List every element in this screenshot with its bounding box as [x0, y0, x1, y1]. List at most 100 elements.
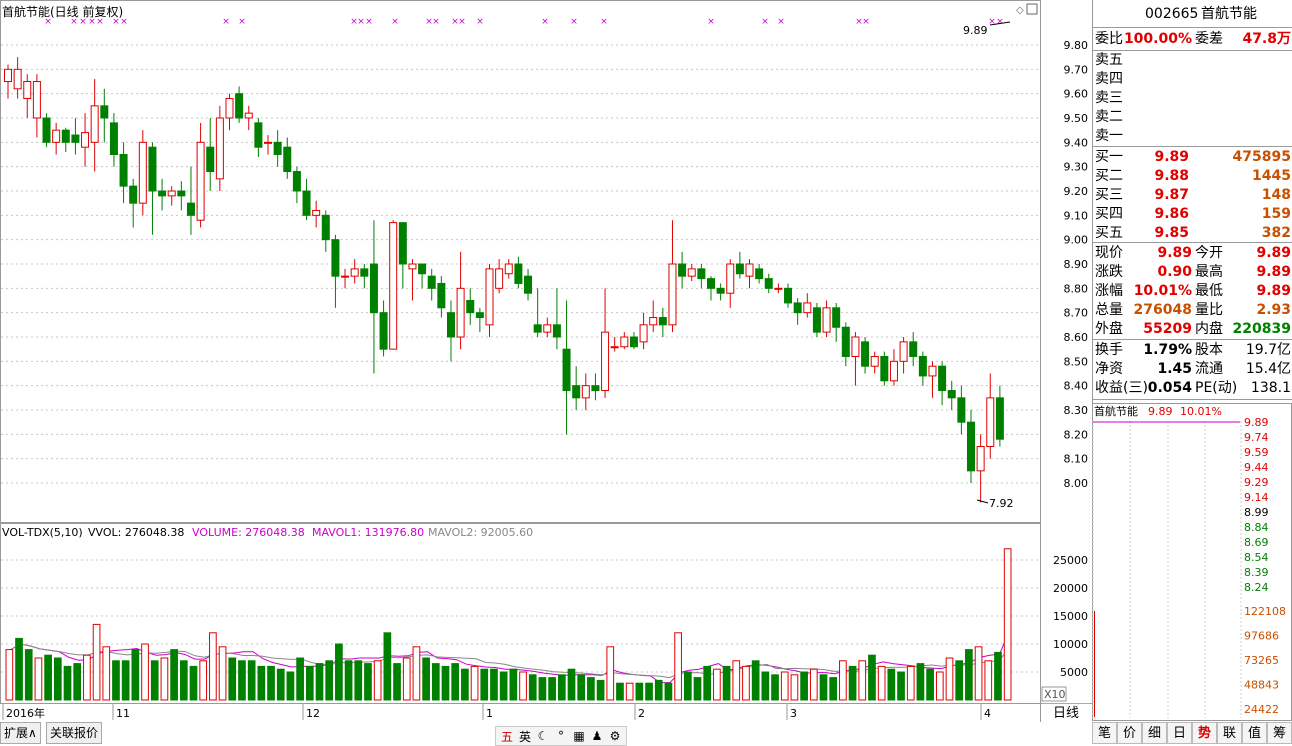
- candle-body: [312, 209, 321, 216]
- input-toolbar: 五 英 ☾ ° ▦ ♟ ⚙: [495, 726, 627, 746]
- fund-value-2: 138.1: [1250, 380, 1291, 396]
- candle-body: [581, 385, 590, 399]
- candle-body: [456, 287, 465, 338]
- intraday-mini-chart[interactable]: 首航节能 9.89 10.01% 9.89 9.74 9.59 9.44 9.29 9.1…: [1092, 403, 1292, 721]
- bid-label: 买二: [1095, 168, 1123, 184]
- price-tick: 8.10: [1064, 453, 1089, 466]
- date-label: 1: [486, 707, 493, 720]
- bid-row: 买一 9.89 475895: [1093, 148, 1292, 167]
- tab-5[interactable]: 联: [1217, 722, 1242, 744]
- moon-icon[interactable]: ☾: [536, 729, 550, 743]
- settings-icon[interactable]: ⚙: [608, 729, 622, 743]
- candle-body: [177, 190, 186, 197]
- date-label: 2016年: [6, 706, 45, 720]
- volume-bar: [703, 665, 712, 701]
- tab-3[interactable]: 日: [1167, 722, 1192, 744]
- event-marker: ×: [391, 17, 399, 27]
- volume-bar: [722, 665, 731, 701]
- candle-body: [466, 300, 475, 314]
- wubi-icon[interactable]: 五: [500, 728, 514, 745]
- punctuation-icon[interactable]: °: [554, 729, 568, 743]
- price-tick: 9.50: [1064, 112, 1089, 125]
- quote-label: 现价: [1095, 245, 1123, 261]
- keyboard-icon[interactable]: ▦: [572, 729, 586, 743]
- tab-0[interactable]: 笔: [1092, 722, 1117, 744]
- volume-bar: [92, 623, 101, 701]
- volume-bar: [344, 660, 353, 701]
- fund-value-2: 19.7亿: [1245, 342, 1291, 358]
- volume-legend: VOL-TDX(5,10) VVOL: 276048.38 VOLUME: 27…: [2, 526, 533, 539]
- mini-price-tick: 9.29: [1244, 476, 1269, 489]
- volume-bar: [131, 649, 140, 701]
- vol-legend-vvol: VVOL: 276048.38: [88, 526, 184, 539]
- diamond-icon[interactable]: ◇: [1016, 5, 1024, 16]
- price-tick: 8.70: [1064, 307, 1089, 320]
- related-quotes-tab[interactable]: 关联报价: [46, 722, 103, 744]
- candle-body: [389, 222, 398, 350]
- quote-value-2: 2.93: [1256, 302, 1291, 318]
- tab-1[interactable]: 价: [1117, 722, 1142, 744]
- volume-bar: [431, 663, 440, 701]
- candle-body: [803, 302, 812, 314]
- candle-body: [427, 275, 436, 289]
- candle-body: [899, 341, 908, 362]
- candle-body: [793, 302, 802, 314]
- event-marker: ×: [570, 17, 578, 27]
- expand-tab[interactable]: 扩展∧: [0, 722, 41, 744]
- ask-label: 卖二: [1095, 109, 1123, 125]
- price-tick: 9.10: [1064, 209, 1089, 222]
- candle-body: [957, 397, 966, 423]
- chart-title: 首航节能(日线 前复权): [2, 4, 123, 19]
- candle-body: [71, 134, 80, 143]
- mini-volume-tick: 48843: [1244, 679, 1279, 692]
- volume-bar: [674, 632, 682, 701]
- price-tick: 9.30: [1064, 161, 1089, 174]
- candle-body: [784, 287, 793, 304]
- volume-bar: [800, 671, 808, 701]
- english-icon[interactable]: 英: [518, 728, 532, 745]
- volume-bar: [926, 668, 934, 701]
- mini-price-tick: 9.44: [1244, 461, 1269, 474]
- volume-bar: [160, 657, 169, 701]
- weibi-value: 100.00%: [1123, 31, 1192, 47]
- candle-body: [889, 360, 898, 382]
- volume-bar: [354, 660, 363, 701]
- tab-2[interactable]: 细: [1142, 722, 1167, 744]
- mini-volume-bars: [1094, 611, 1095, 717]
- bid-row: 买三 9.87 148: [1093, 186, 1292, 205]
- candle-body: [158, 190, 167, 197]
- volume-bar: [499, 671, 508, 701]
- candle-body: [475, 312, 484, 319]
- volume-bar: [179, 660, 188, 701]
- mini-volume-tick: 97686: [1244, 630, 1279, 643]
- candle-body: [283, 146, 292, 173]
- fund-value: 1.45: [1157, 361, 1192, 377]
- price-tick: 8.40: [1064, 380, 1089, 393]
- kline-chart-area[interactable]: 9.80 9.70 9.60 9.50 9.40 9.30 9.20 9.10 9.00 8.90…: [0, 0, 1092, 722]
- user-icon[interactable]: ♟: [590, 729, 604, 743]
- volume-bar: [24, 649, 33, 701]
- ask-row: 卖五: [1093, 51, 1292, 70]
- quote-row: 现价 9.89 今开 9.89: [1093, 244, 1292, 263]
- bid-price: 9.85: [1154, 225, 1189, 241]
- volume-bar: [528, 674, 537, 701]
- volume-bar: [63, 665, 72, 701]
- volume-bar: [383, 632, 392, 701]
- volume-bar: [955, 660, 964, 701]
- day-period-button[interactable]: 日线: [1042, 703, 1090, 723]
- tab-4[interactable]: 势: [1192, 722, 1217, 744]
- bid-row: 买四 9.86 159: [1093, 205, 1292, 224]
- volume-bar: [538, 677, 547, 701]
- volume-bar: [218, 646, 227, 701]
- price-tick: 8.80: [1064, 282, 1089, 295]
- price-tick: 9.60: [1064, 88, 1089, 101]
- price-tick: 9.20: [1064, 185, 1089, 198]
- volume-bar: [412, 646, 421, 701]
- tab-6[interactable]: 值: [1242, 722, 1267, 744]
- volume-bar: [364, 663, 372, 701]
- fund-label: 收益(三): [1095, 380, 1148, 396]
- quote-value: 10.01%: [1133, 283, 1192, 299]
- tab-7[interactable]: 筹: [1267, 722, 1292, 744]
- event-marker: ×: [357, 17, 365, 27]
- volume-bar: [441, 665, 450, 701]
